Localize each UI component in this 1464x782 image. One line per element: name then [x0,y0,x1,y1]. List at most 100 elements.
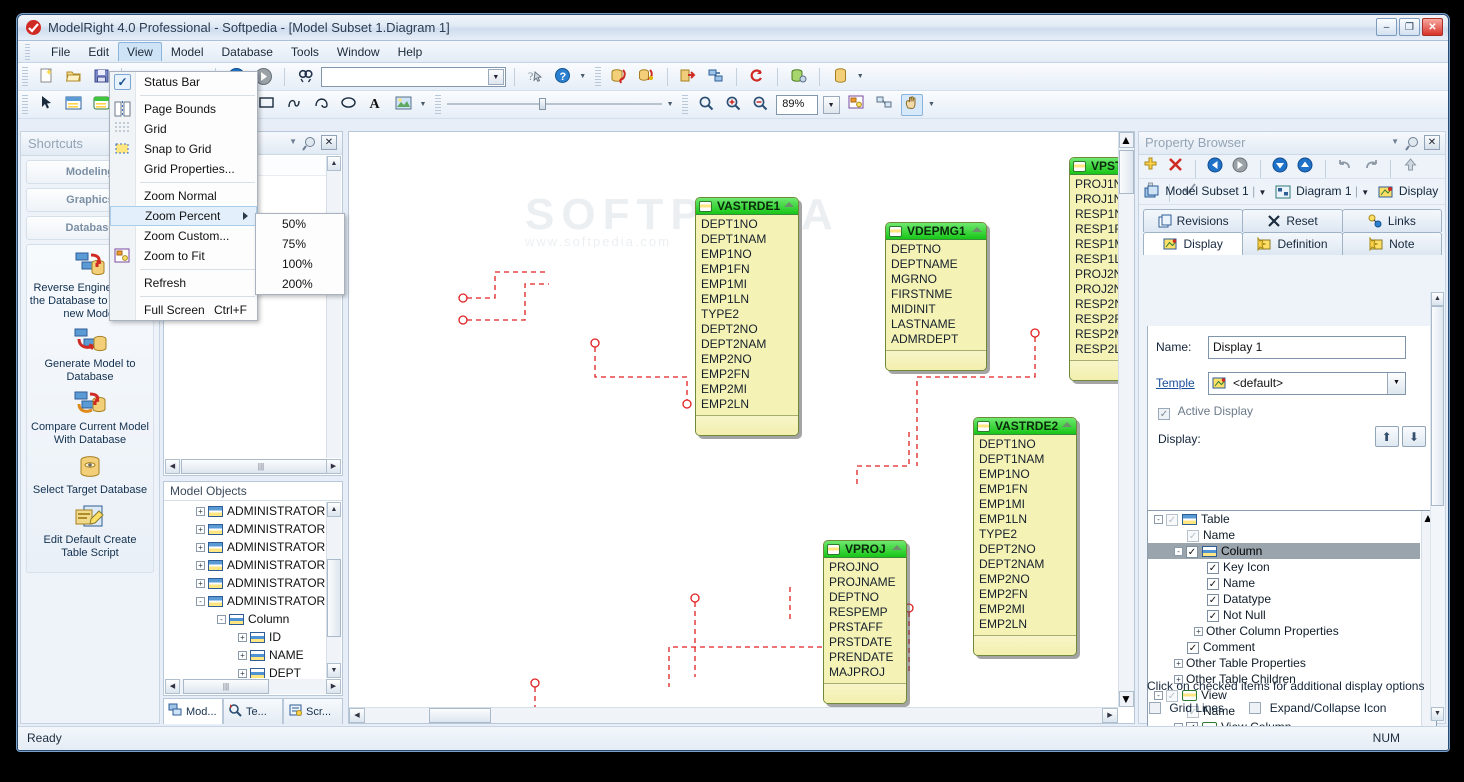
menubar-grip[interactable] [25,44,30,60]
er-column[interactable]: DEPT1NO [701,217,798,232]
scroll-left-button[interactable]: ◀ [165,459,180,474]
move-up-button[interactable]: ⬆ [1374,426,1399,447]
display-tree-item[interactable]: ✓ Comment [1148,639,1420,655]
menu-file[interactable]: File [42,42,79,62]
collapse-icon[interactable] [1062,422,1072,427]
zoom-selection-icon[interactable] [873,94,895,116]
compare-model-icon[interactable] [704,66,726,88]
er-column[interactable]: PRSTAFF [829,620,906,635]
zoom-icon[interactable] [695,94,717,116]
display-tree-item[interactable]: ✓ Name [1148,527,1420,543]
scroll-right-button[interactable]: ▶ [326,679,341,694]
shortcut-generate-model[interactable]: Generate Model to Database [29,327,151,384]
curve-icon[interactable] [283,94,305,116]
scroll-left-button[interactable]: ◀ [349,708,365,723]
er-column[interactable]: TYPE2 [701,307,798,322]
chevron-down-icon[interactable]: ▼ [487,69,504,85]
tree-expander[interactable]: + [238,651,247,661]
scroll-right-button[interactable]: ▶ [326,459,341,474]
er-column[interactable]: RESP1NO [1075,207,1118,222]
er-column[interactable]: EMP2MI [979,602,1076,617]
er-column[interactable]: RESP1FN [1075,222,1118,237]
image-dropdown-arrow[interactable]: ▼ [419,94,428,116]
display-tree-item[interactable]: ✓ Key Icon [1148,559,1420,575]
er-column[interactable]: EMP1MI [979,497,1076,512]
er-column[interactable]: EMP2FN [979,587,1076,602]
active-display-checkbox[interactable]: ✓ [1158,408,1170,420]
er-column[interactable]: LASTNAME [891,317,986,332]
breadcrumb-diagram[interactable]: Diagram 1 [1296,184,1351,198]
er-column[interactable]: EMP1MI [701,277,798,292]
er-column[interactable]: EMP2LN [701,397,798,412]
menu-item-page-bounds[interactable]: Page Bounds [110,99,257,119]
er-column[interactable]: TYPE2 [979,527,1076,542]
template-link[interactable]: Temple [1156,376,1195,390]
auto-hide-icon[interactable] [302,136,317,151]
menu-tools[interactable]: Tools [282,42,328,62]
pointer-icon[interactable] [35,94,57,116]
target-db-icon[interactable] [788,66,810,88]
zoom-percent-submenu[interactable]: 50% 75% 100% 200% [255,213,345,295]
collapse-icon[interactable] [784,202,794,207]
er-table-header[interactable]: VDEPMG1 [886,223,986,240]
display-tree-checkbox[interactable]: ✓ [1207,561,1219,574]
tree-item[interactable]: + ADMINISTRATOR.I [165,502,326,520]
er-column[interactable]: EMP1NO [701,247,798,262]
er-column[interactable]: EMP2NO [979,572,1076,587]
er-column[interactable]: DEPTNO [891,242,986,257]
menu-item-zoom-normal[interactable]: Zoom Normal [110,186,257,206]
tab-note[interactable]: Note [1341,232,1442,255]
tree-expander[interactable]: - [196,597,205,607]
er-column[interactable]: MGRNO [891,272,986,287]
grid-lines-checkbox[interactable] [1149,702,1161,714]
tree-expander[interactable]: + [196,543,205,553]
zoom-level-dropdown[interactable]: ▼ [822,95,842,115]
tree-item[interactable]: + ID [165,628,326,646]
er-table-vastrde1[interactable]: VASTRDE1 DEPT1NO DEPT1NAM EMP1NO EMP1FN EMP1M… [695,197,799,436]
expand-collapse-option[interactable]: Expand/Collapse Icon [1249,701,1386,715]
move-down-button[interactable]: ⬇ [1402,426,1426,447]
zoom-option-75[interactable]: 75% [256,234,344,254]
tree-expander[interactable]: + [196,561,205,571]
shortcut-select-target-db[interactable]: Select Target Database [29,453,151,497]
generate-model-icon[interactable] [677,66,699,88]
find-icon[interactable] [294,66,316,88]
er-column[interactable]: EMP1LN [979,512,1076,527]
er-column[interactable]: PROJ2NAME [1075,282,1118,297]
zoom-in-icon[interactable] [723,94,745,116]
hscroll-thumb[interactable]: ||| [183,679,269,694]
er-column[interactable]: PROJ1NAME [1075,192,1118,207]
tree-expander[interactable]: - [1174,547,1183,557]
model-objects-hscrollbar[interactable]: ◀ ||| ▶ [165,679,341,694]
vscroll-thumb[interactable] [1119,150,1134,194]
canvas-vscrollbar[interactable]: ▲ ▼ [1118,132,1134,707]
template-combo[interactable]: <default> ▼ [1208,372,1406,395]
tree-expander[interactable]: - [1154,515,1163,525]
menu-database[interactable]: Database [213,42,282,62]
display-tree-item[interactable]: ✓ Name [1148,575,1420,591]
slider-dropdown-arrow[interactable]: ▼ [666,94,675,116]
display-tree-checkbox[interactable]: ✓ [1207,577,1219,590]
help-dropdown-arrow[interactable]: ▼ [578,66,587,88]
delete-icon[interactable] [1165,157,1185,177]
er-column[interactable]: PROJ1NO [1075,177,1118,192]
model-objects-vscrollbar[interactable]: ▲ ▼ [326,502,341,678]
grid-lines-option[interactable]: Grid Lines [1149,701,1227,715]
collapse-icon[interactable] [892,545,902,550]
new-file-icon[interactable] [35,66,57,88]
menu-view[interactable]: View [118,42,162,61]
down-icon[interactable] [1270,157,1290,177]
hscroll-thumb[interactable] [429,708,491,723]
tab-links[interactable]: Links [1341,209,1442,232]
open-folder-icon[interactable] [63,66,85,88]
er-column[interactable]: RESP2FN [1075,312,1118,327]
collapse-icon[interactable] [972,227,982,232]
er-column[interactable]: MAJPROJ [829,665,906,680]
scroll-up-button[interactable]: ▲ [327,156,341,171]
panel-tab-model-objects[interactable]: Mod... [163,698,223,724]
display-tree-item[interactable]: + Other Table Properties [1148,655,1420,671]
er-column[interactable]: DEPT2NO [701,322,798,337]
er-column[interactable]: DEPT1NAM [701,232,798,247]
er-column[interactable]: ADMRDEPT [891,332,986,347]
canvas-hscrollbar[interactable]: ◀ ▶ [349,707,1118,723]
